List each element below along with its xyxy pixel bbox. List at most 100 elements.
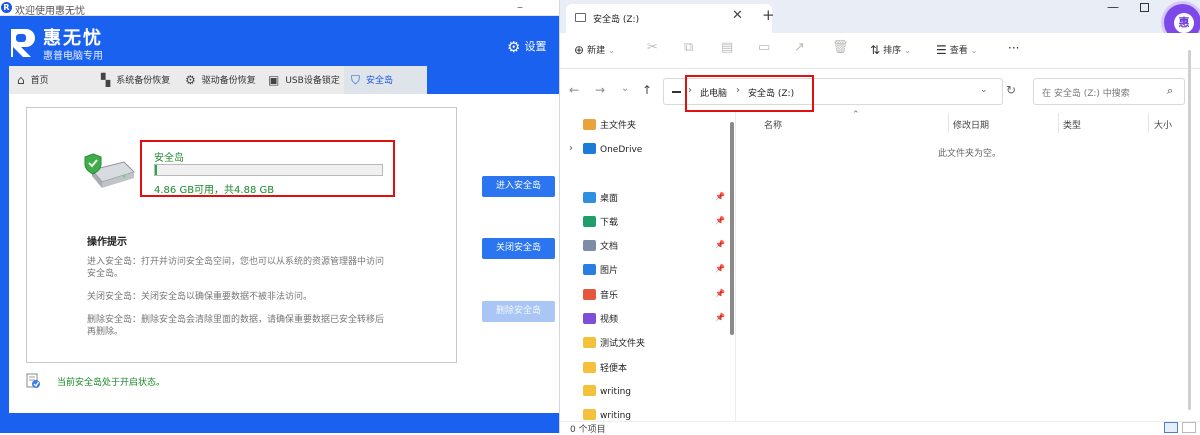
- tiles-view-icon[interactable]: [1182, 422, 1196, 433]
- nav-item-label: writing: [600, 411, 632, 421]
- navigation-pane: › 主文件夹 OneDrive 桌面 📌 下载 📌 文档 📌 图片 📌 音乐 📌 视频 📌 测试文件夹 轻便本…: [560, 111, 732, 421]
- details-view-icon[interactable]: [1164, 422, 1178, 433]
- system-backup-icon: ▚: [101, 73, 111, 87]
- explorer-tab-bar: 安全岛 (Z:) ✕ + — 惠: [560, 0, 1200, 41]
- nav-item-label: 测试文件夹: [600, 339, 646, 349]
- tip-enter: 进入安全岛：打开并访问安全岛空间，您也可以从系统的资源管理器中访问安全岛。: [87, 257, 385, 279]
- more-options-button[interactable]: ···: [1008, 41, 1019, 55]
- sort-label: 排序: [883, 46, 902, 56]
- share-icon[interactable]: ↗: [794, 40, 805, 55]
- usb-lock-icon: ▣: [268, 73, 280, 87]
- column-divider: [1058, 113, 1059, 133]
- address-row: ← → ⌄ ↑ › 此电脑 › 安全岛 (Z:) ⌄ ↻ 在 安全岛 (Z:) …: [560, 69, 1200, 111]
- brand-logo-icon: [11, 29, 35, 57]
- refresh-icon[interactable]: ↻: [1006, 83, 1016, 97]
- close-tab-icon[interactable]: ✕: [732, 8, 743, 23]
- column-modified[interactable]: 修改日期: [953, 118, 989, 131]
- nav-item[interactable]: 测试文件夹: [583, 336, 645, 354]
- app-bottom-bar: [0, 413, 560, 433]
- nav-item[interactable]: OneDrive: [583, 143, 642, 161]
- new-button[interactable]: ⊕ 新建 ⌄: [574, 43, 615, 57]
- nav-item[interactable]: 音乐 📌: [583, 288, 725, 306]
- chevron-down-icon: ⌄: [608, 46, 615, 55]
- cut-icon[interactable]: ✂: [647, 40, 658, 55]
- column-name[interactable]: 名称: [764, 118, 782, 131]
- home-icon: ⌂: [17, 73, 25, 87]
- back-arrow-icon[interactable]: ←: [569, 83, 579, 97]
- nav-item[interactable]: 主文件夹: [583, 118, 636, 136]
- minimize-button[interactable]: –: [517, 0, 523, 14]
- view-button[interactable]: ☰ 查看 ⌄: [936, 43, 977, 57]
- explorer-tab[interactable]: 安全岛 (Z:) ✕: [566, 4, 772, 33]
- tab-home[interactable]: ⌂ 首页: [17, 66, 87, 94]
- forward-arrow-icon[interactable]: →: [595, 83, 605, 97]
- tab-safe-island[interactable]: ⛉ 安全岛: [344, 66, 427, 94]
- rename-icon[interactable]: ▭: [758, 40, 770, 55]
- file-list: 名称 ⌃ 修改日期 类型 大小 此文件夹为空。: [738, 110, 1200, 421]
- recent-chevron-icon[interactable]: ⌄: [621, 83, 629, 94]
- nav-item-label: 下载: [600, 218, 619, 228]
- search-box[interactable]: 在 安全岛 (Z:) 中搜索 ⌕: [1033, 78, 1185, 105]
- nav-item-label: 主文件夹: [600, 121, 637, 131]
- tab-driver-backup[interactable]: ⚙ 驱动备份恢复: [185, 66, 265, 94]
- up-arrow-icon[interactable]: ↑: [642, 83, 652, 97]
- safe-island-status: 当前安全岛处于开启状态。: [57, 378, 166, 388]
- nav-scrollbar[interactable]: [730, 122, 734, 335]
- pane-divider: [735, 111, 736, 421]
- pin-icon[interactable]: 📌: [715, 289, 725, 298]
- delete-icon[interactable]: 🗑: [832, 40, 849, 55]
- drive-info-highlight: [140, 140, 395, 197]
- content-scrollbar[interactable]: [1188, 50, 1191, 410]
- settings-button[interactable]: ⚙ 设置: [507, 38, 546, 56]
- sort-up-icon: ⌃: [852, 110, 860, 120]
- chevron-down-icon[interactable]: ⌄: [980, 85, 988, 95]
- paste-icon[interactable]: ▤: [721, 40, 733, 55]
- tab-label: 安全岛: [366, 76, 394, 86]
- app-logo-icon: R: [1, 2, 12, 13]
- delete-safe-island-button[interactable]: 删除安全岛: [482, 301, 555, 322]
- sort-button[interactable]: ⇅ 排序 ⌄: [870, 43, 911, 57]
- tab-usb-lock[interactable]: ▣ USB设备锁定: [268, 66, 348, 94]
- pin-icon[interactable]: 📌: [715, 192, 725, 201]
- settings-label: 设置: [524, 40, 547, 53]
- nav-item[interactable]: 下载 📌: [583, 215, 725, 233]
- chevron-down-icon: ⌄: [904, 46, 911, 55]
- copy-icon[interactable]: ⧉: [684, 40, 693, 55]
- column-divider: [1148, 113, 1149, 133]
- tip-close: 关闭安全岛：关闭安全岛以确保重要数据不被非法访问。: [87, 292, 313, 302]
- expand-chevron-icon[interactable]: ›: [569, 143, 573, 154]
- nav-item[interactable]: 视频 📌: [583, 312, 725, 330]
- huiwuyou-window: R 欢迎使用惠无忧 – 惠无忧 惠普电脑专用 ⚙ 设置 ⌂ 首页 ▚ 系统备份恢复 ⚙…: [0, 0, 560, 433]
- app-tab-bar: ⌂ 首页 ▚ 系统备份恢复 ⚙ 驱动备份恢复 ▣ USB设备锁定 ⛉ 安全岛: [0, 66, 560, 94]
- chevron-down-icon: ⌄: [970, 46, 978, 55]
- pin-icon[interactable]: 📌: [715, 216, 725, 225]
- new-label: 新建: [587, 46, 606, 56]
- column-type[interactable]: 类型: [1063, 118, 1081, 131]
- nav-item[interactable]: 文档 📌: [583, 239, 725, 257]
- nav-item[interactable]: 图片 📌: [583, 263, 725, 281]
- enter-safe-island-button[interactable]: 进入安全岛: [482, 176, 555, 197]
- pin-icon[interactable]: 📌: [715, 240, 725, 249]
- view-icon: ☰: [936, 43, 947, 57]
- tab-strip: ⌂ 首页 ▚ 系统备份恢复 ⚙ 驱动备份恢复 ▣ USB设备锁定 ⛉ 安全岛: [9, 66, 427, 94]
- tab-label: 系统备份恢复: [116, 76, 171, 86]
- gear-icon: ⚙: [185, 73, 196, 87]
- pictures-icon: [583, 264, 596, 275]
- nav-item[interactable]: 桌面 📌: [583, 191, 725, 209]
- pc-icon: [672, 91, 681, 93]
- pin-icon[interactable]: 📌: [715, 313, 725, 322]
- nav-item-label: 文档: [600, 242, 619, 252]
- download-icon: [583, 216, 596, 227]
- nav-item[interactable]: 轻便本: [583, 361, 627, 379]
- column-size[interactable]: 大小: [1154, 118, 1172, 131]
- new-tab-button[interactable]: +: [762, 6, 775, 24]
- minimize-button[interactable]: —: [1107, 0, 1119, 14]
- nav-item[interactable]: writing: [583, 385, 631, 403]
- pin-icon[interactable]: 📌: [715, 264, 725, 273]
- assistant-logo-icon: 惠: [1174, 13, 1194, 33]
- folder-icon: [583, 409, 596, 420]
- tips-title: 操作提示: [87, 237, 127, 248]
- maximize-button[interactable]: [1140, 3, 1149, 12]
- close-safe-island-button[interactable]: 关闭安全岛: [482, 238, 555, 259]
- tab-system-backup[interactable]: ▚ 系统备份恢复: [101, 66, 181, 94]
